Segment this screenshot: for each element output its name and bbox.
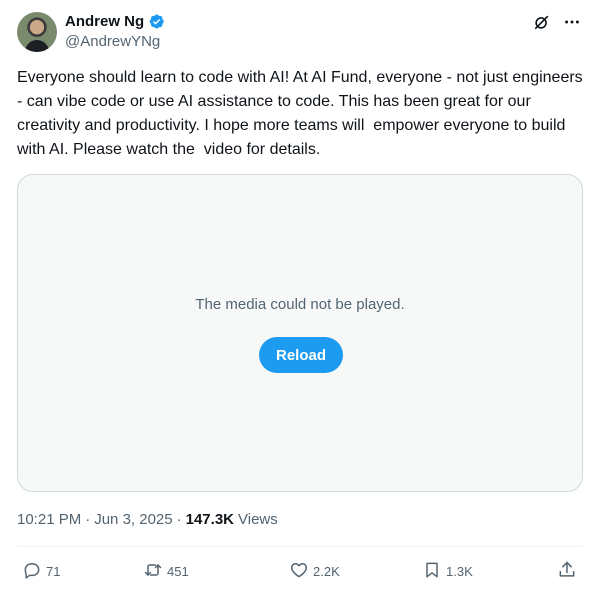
tweet-date[interactable]: Jun 3, 2025 [94, 511, 172, 528]
more-icon[interactable] [562, 12, 582, 32]
grok-icon[interactable] [532, 12, 552, 32]
divider [17, 546, 582, 547]
author-display-name[interactable]: Andrew Ng [65, 13, 144, 30]
avatar[interactable] [17, 12, 57, 52]
reload-button[interactable]: Reload [259, 337, 343, 373]
like-count: 2.2K [313, 564, 340, 579]
tweet-time[interactable]: 10:21 PM [17, 511, 81, 528]
meta-separator: · [176, 511, 182, 528]
bookmark-button[interactable]: 1.3K [422, 560, 473, 583]
media-player[interactable]: The media could not be played. Reload [17, 174, 583, 492]
like-icon [289, 560, 309, 583]
reply-button[interactable]: 71 [22, 560, 60, 583]
share-button[interactable] [557, 560, 577, 583]
media-error-message: The media could not be played. [195, 296, 405, 313]
author-handle[interactable]: @AndrewYNg [65, 33, 160, 50]
tweet-meta: 10:21 PM · Jun 3, 2025 · 147.3K Views [17, 511, 278, 528]
reply-icon [22, 560, 42, 583]
repost-count: 451 [167, 564, 189, 579]
verified-badge-icon [148, 13, 165, 30]
author-name-row: Andrew Ng [65, 13, 165, 30]
bookmark-icon [422, 560, 442, 583]
tweet-header: Andrew Ng @AndrewYNg [17, 12, 582, 52]
like-button[interactable]: 2.2K [289, 560, 340, 583]
tweet-text: Everyone should learn to code with AI! A… [17, 69, 588, 158]
share-icon [557, 560, 577, 583]
meta-separator: · [85, 511, 91, 528]
action-bar: 71 451 2.2K 1.3K [17, 560, 582, 586]
reply-count: 71 [46, 564, 61, 579]
repost-button[interactable]: 451 [143, 560, 189, 583]
views-label: Views [238, 511, 278, 528]
top-actions [532, 12, 582, 32]
repost-icon [143, 560, 163, 583]
bookmark-count: 1.3K [446, 564, 473, 579]
views-count: 147.3K [185, 511, 234, 528]
